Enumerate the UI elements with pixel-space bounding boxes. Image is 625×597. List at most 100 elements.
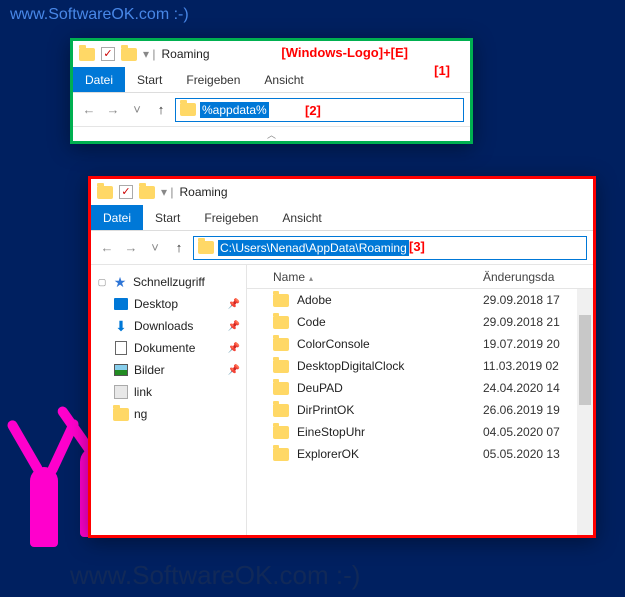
sidebar-item-ng[interactable]: ng xyxy=(93,403,244,425)
file-row[interactable]: Adobe29.09.2018 17 xyxy=(247,289,593,311)
address-bar[interactable]: C:\Users\Nenad\AppData\Roaming xyxy=(193,236,587,260)
annotation-3: [3] xyxy=(409,239,425,254)
quick-access-group[interactable]: ▢ ★ Schnellzugriff xyxy=(93,271,244,293)
sidebar-item-link[interactable]: link xyxy=(93,381,244,403)
window-title: Roaming xyxy=(161,47,209,61)
tab-start[interactable]: Start xyxy=(125,67,174,92)
quick-access-label: Schnellzugriff xyxy=(133,275,205,289)
explorer-window-1: ✓ ▾ | Roaming [Windows-Logo]+[E] [1] Dat… xyxy=(70,38,473,144)
nav-forward-icon[interactable]: → xyxy=(103,100,123,120)
sidebar-item-label: Bilder xyxy=(134,363,165,377)
annotation-shortcut: [Windows-Logo]+[E] xyxy=(281,45,408,60)
file-name: DesktopDigitalClock xyxy=(297,359,483,373)
annotation-2: [2] xyxy=(305,103,321,118)
file-name: Adobe xyxy=(297,293,483,307)
checkbox-icon[interactable]: ✓ xyxy=(119,185,133,199)
file-row[interactable]: Code29.09.2018 21 xyxy=(247,311,593,333)
file-name: ExplorerOK xyxy=(297,447,483,461)
sidebar-item-label: link xyxy=(134,385,152,399)
nav-recent-icon[interactable]: ˅ xyxy=(127,100,147,120)
ribbon-collapse-icon[interactable]: ︿ xyxy=(73,127,470,141)
column-headers[interactable]: Name▴ Änderungsda xyxy=(247,265,593,289)
folder-icon xyxy=(273,316,289,329)
desktop-icon xyxy=(114,298,128,310)
tab-view[interactable]: Ansicht xyxy=(252,67,315,92)
nav-up-icon[interactable]: ↑ xyxy=(151,100,171,120)
address-bar-row: ← → ˅ ↑ %appdata% xyxy=(73,93,470,127)
address-input[interactable]: %appdata% xyxy=(200,102,269,118)
folder-icon xyxy=(273,360,289,373)
folder-icon xyxy=(273,382,289,395)
folder-icon xyxy=(273,404,289,417)
ribbon: Datei Start Freigeben Ansicht xyxy=(73,67,470,93)
annotation-1: [1] xyxy=(434,63,450,78)
file-row[interactable]: EineStopUhr04.05.2020 07 xyxy=(247,421,593,443)
separator: ▾ | xyxy=(143,47,155,61)
folder-icon xyxy=(273,338,289,351)
file-name: EineStopUhr xyxy=(297,425,483,439)
column-date[interactable]: Änderungsda xyxy=(483,270,593,284)
titlebar[interactable]: ✓ ▾ | Roaming xyxy=(91,179,593,205)
column-name[interactable]: Name▴ xyxy=(273,270,483,284)
watermark-top: www.SoftwareOK.com :-) xyxy=(10,6,189,24)
nav-forward-icon[interactable]: → xyxy=(121,238,141,258)
download-icon: ⬇ xyxy=(113,318,129,334)
folder-icon xyxy=(180,103,196,116)
sidebar-item-label: Desktop xyxy=(134,297,178,311)
titlebar[interactable]: ✓ ▾ | Roaming xyxy=(73,41,470,67)
sort-asc-icon: ▴ xyxy=(309,274,313,283)
scrollbar[interactable] xyxy=(577,289,593,535)
ribbon: Datei Start Freigeben Ansicht xyxy=(91,205,593,231)
tab-view[interactable]: Ansicht xyxy=(270,205,333,230)
sidebar-item-dokumente[interactable]: Dokumente 📌 xyxy=(93,337,244,359)
window-title: Roaming xyxy=(179,185,227,199)
nav-up-icon[interactable]: ↑ xyxy=(169,238,189,258)
sidebar-item-downloads[interactable]: ⬇ Downloads 📌 xyxy=(93,315,244,337)
folder-icon xyxy=(139,186,155,199)
sidebar-item-label: Dokumente xyxy=(134,341,195,355)
tab-start[interactable]: Start xyxy=(143,205,192,230)
document-icon xyxy=(115,341,127,355)
pin-icon: 📌 xyxy=(228,343,240,354)
file-row[interactable]: ExplorerOK05.05.2020 13 xyxy=(247,443,593,465)
address-input[interactable]: C:\Users\Nenad\AppData\Roaming xyxy=(218,240,409,256)
file-name: DeuPAD xyxy=(297,381,483,395)
file-row[interactable]: DeuPAD24.04.2020 14 xyxy=(247,377,593,399)
file-row[interactable]: ColorConsole19.07.2019 20 xyxy=(247,333,593,355)
explorer-window-2: ✓ ▾ | Roaming Datei Start Freigeben Ansi… xyxy=(88,176,596,538)
folder-icon xyxy=(198,241,214,254)
navigation-pane[interactable]: ▢ ★ Schnellzugriff Desktop📌⬇Downloads📌Do… xyxy=(91,265,247,535)
sidebar-item-label: Downloads xyxy=(134,319,193,333)
sidebar-item-label: ng xyxy=(134,407,147,421)
star-icon: ★ xyxy=(112,274,128,290)
folder-icon xyxy=(273,294,289,307)
nav-back-icon[interactable]: ← xyxy=(97,238,117,258)
explorer-body: ▢ ★ Schnellzugriff Desktop📌⬇Downloads📌Do… xyxy=(91,265,593,535)
file-row[interactable]: DesktopDigitalClock11.03.2019 02 xyxy=(247,355,593,377)
folder-icon xyxy=(273,448,289,461)
scrollbar-thumb[interactable] xyxy=(579,315,591,405)
nav-back-icon[interactable]: ← xyxy=(79,100,99,120)
file-name: DirPrintOK xyxy=(297,403,483,417)
tab-share[interactable]: Freigeben xyxy=(192,205,270,230)
checkbox-icon[interactable]: ✓ xyxy=(101,47,115,61)
collapse-icon[interactable]: ▢ xyxy=(97,277,107,288)
tab-file[interactable]: Datei xyxy=(73,67,125,92)
separator: ▾ | xyxy=(161,185,173,199)
pin-icon: 📌 xyxy=(228,321,240,332)
sidebar-item-bilder[interactable]: Bilder📌 xyxy=(93,359,244,381)
picture-icon xyxy=(114,364,128,376)
folder-icon xyxy=(79,48,95,61)
address-bar-row: ← → ˅ ↑ C:\Users\Nenad\AppData\Roaming xyxy=(91,231,593,265)
nav-recent-icon[interactable]: ˅ xyxy=(145,238,165,258)
tab-share[interactable]: Freigeben xyxy=(174,67,252,92)
file-row[interactable]: DirPrintOK26.06.2019 19 xyxy=(247,399,593,421)
folder-icon xyxy=(121,48,137,61)
pin-icon: 📌 xyxy=(228,299,240,310)
tab-file[interactable]: Datei xyxy=(91,205,143,230)
file-list-pane[interactable]: Name▴ Änderungsda Adobe29.09.2018 17Code… xyxy=(247,265,593,535)
folder-icon xyxy=(113,408,129,421)
file-name: Code xyxy=(297,315,483,329)
link-icon xyxy=(114,385,128,399)
sidebar-item-desktop[interactable]: Desktop 📌 xyxy=(93,293,244,315)
